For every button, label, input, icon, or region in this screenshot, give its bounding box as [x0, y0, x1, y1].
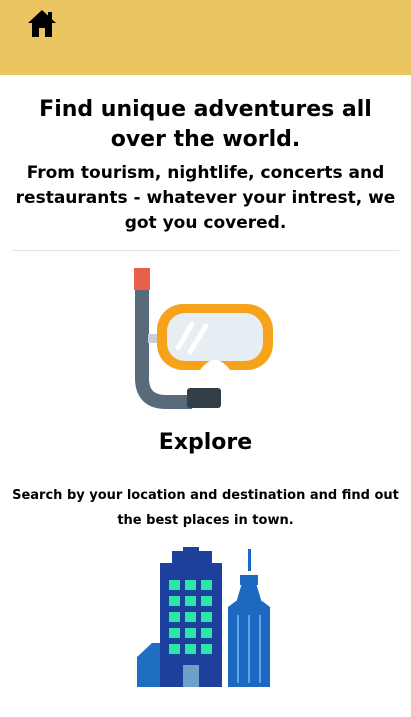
top-bar: [0, 0, 411, 75]
home-button[interactable]: [27, 8, 57, 40]
feature-description-explore: Search by your location and destination …: [12, 488, 399, 528]
feature-explore-illustration: [0, 266, 411, 412]
section-divider: [12, 250, 399, 251]
snorkel-mask-icon: [134, 268, 273, 409]
main-content: Find unique adventures all over the worl…: [0, 75, 411, 251]
home-icon: [28, 10, 56, 37]
feature-city-illustration: [0, 545, 411, 690]
page-subheadline: From tourism, nightlife, concerts and re…: [15, 163, 396, 233]
feature-title-explore: Explore: [158, 430, 253, 455]
city-buildings-icon: [137, 547, 270, 687]
page-headline: Find unique adventures all over the worl…: [39, 97, 372, 152]
